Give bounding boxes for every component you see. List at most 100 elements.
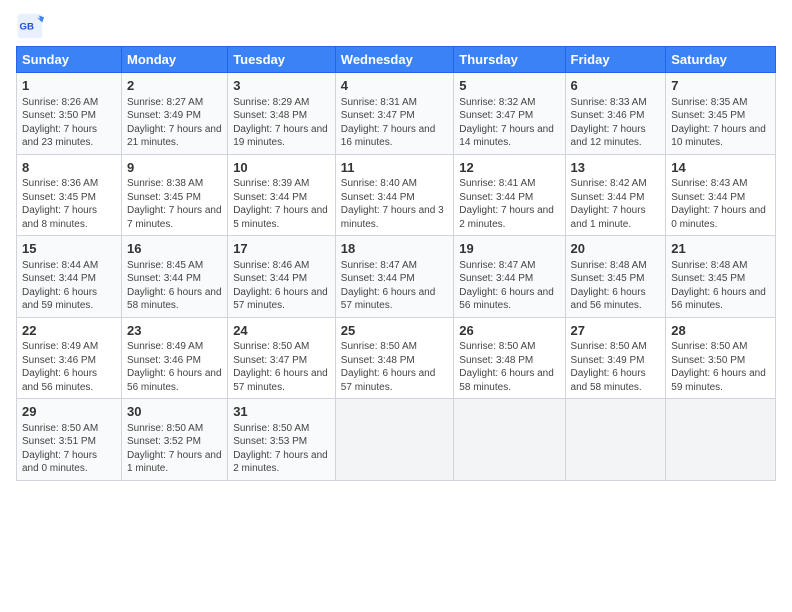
day-info: Sunrise: 8:49 AMSunset: 3:46 PMDaylight:… (22, 341, 98, 393)
day-cell: 11Sunrise: 8:40 AMSunset: 3:44 PMDayligh… (335, 154, 454, 236)
day-number: 11 (341, 159, 449, 177)
day-cell: 27Sunrise: 8:50 AMSunset: 3:49 PMDayligh… (565, 317, 666, 399)
day-cell: 2 Sunrise: 8:27 AMSunset: 3:49 PMDaylight… (122, 73, 228, 155)
day-info: Sunrise: 8:35 AMSunset: 3:45 PMDaylight:… (671, 97, 766, 149)
day-number: 16 (127, 240, 222, 258)
day-cell: 10Sunrise: 8:39 AMSunset: 3:44 PMDayligh… (228, 154, 336, 236)
day-number: 5 (459, 77, 559, 95)
week-row-3: 15 Sunrise: 8:44 AMSunset: 3:44 PMDayligh… (17, 236, 776, 318)
day-cell (454, 399, 565, 481)
day-cell: 18 Sunrise: 8:47 AMSunset: 3:44 PMDayligh… (335, 236, 454, 318)
day-info: Sunrise: 8:26 AMSunset: 3:50 PMDaylight:… (22, 97, 98, 149)
day-info: Sunrise: 8:27 AMSunset: 3:49 PMDaylight:… (127, 97, 222, 149)
day-cell: 6Sunrise: 8:33 AMSunset: 3:46 PMDaylight… (565, 73, 666, 155)
day-info: Sunrise: 8:42 AMSunset: 3:44 PMDaylight:… (571, 178, 647, 230)
day-number: 6 (571, 77, 661, 95)
page-container: GB SundayMondayTuesdayWednesdayThursdayF… (0, 0, 792, 493)
header: GB (16, 12, 776, 40)
day-number: 4 (341, 77, 449, 95)
day-info: Sunrise: 8:46 AMSunset: 3:44 PMDaylight:… (233, 260, 328, 312)
day-cell: 30 Sunrise: 8:50 AMSunset: 3:52 PMDayligh… (122, 399, 228, 481)
day-info: Sunrise: 8:45 AMSunset: 3:44 PMDaylight:… (127, 260, 222, 312)
day-number: 9 (127, 159, 222, 177)
day-info: Sunrise: 8:48 AMSunset: 3:45 PMDaylight:… (671, 260, 766, 312)
day-number: 25 (341, 322, 449, 340)
header-cell-tuesday: Tuesday (228, 47, 336, 73)
day-number: 17 (233, 240, 330, 258)
day-number: 20 (571, 240, 661, 258)
day-cell: 29 Sunrise: 8:50 AMSunset: 3:51 PMDayligh… (17, 399, 122, 481)
logo: GB (16, 12, 48, 40)
header-cell-sunday: Sunday (17, 47, 122, 73)
header-row: SundayMondayTuesdayWednesdayThursdayFrid… (17, 47, 776, 73)
svg-text:GB: GB (20, 22, 34, 33)
week-row-1: 1 Sunrise: 8:26 AMSunset: 3:50 PMDaylight… (17, 73, 776, 155)
logo-icon: GB (16, 12, 44, 40)
day-number: 14 (671, 159, 770, 177)
day-info: Sunrise: 8:50 AMSunset: 3:50 PMDaylight:… (671, 341, 766, 393)
day-cell: 14Sunrise: 8:43 AMSunset: 3:44 PMDayligh… (666, 154, 776, 236)
day-info: Sunrise: 8:48 AMSunset: 3:45 PMDaylight:… (571, 260, 647, 312)
day-number: 8 (22, 159, 116, 177)
day-number: 31 (233, 403, 330, 421)
day-number: 28 (671, 322, 770, 340)
day-info: Sunrise: 8:50 AMSunset: 3:48 PMDaylight:… (459, 341, 554, 393)
header-cell-friday: Friday (565, 47, 666, 73)
day-info: Sunrise: 8:50 AMSunset: 3:49 PMDaylight:… (571, 341, 647, 393)
day-number: 18 (341, 240, 449, 258)
day-info: Sunrise: 8:32 AMSunset: 3:47 PMDaylight:… (459, 97, 554, 149)
day-info: Sunrise: 8:50 AMSunset: 3:47 PMDaylight:… (233, 341, 328, 393)
day-cell: 19 Sunrise: 8:47 AMSunset: 3:44 PMDayligh… (454, 236, 565, 318)
day-info: Sunrise: 8:29 AMSunset: 3:48 PMDaylight:… (233, 97, 328, 149)
day-number: 7 (671, 77, 770, 95)
day-cell (666, 399, 776, 481)
header-cell-monday: Monday (122, 47, 228, 73)
day-cell: 8Sunrise: 8:36 AMSunset: 3:45 PMDaylight… (17, 154, 122, 236)
day-cell (335, 399, 454, 481)
day-info: Sunrise: 8:47 AMSunset: 3:44 PMDaylight:… (459, 260, 554, 312)
day-cell: 13Sunrise: 8:42 AMSunset: 3:44 PMDayligh… (565, 154, 666, 236)
day-cell: 4 Sunrise: 8:31 AMSunset: 3:47 PMDaylight… (335, 73, 454, 155)
day-number: 30 (127, 403, 222, 421)
day-number: 3 (233, 77, 330, 95)
day-cell: 25Sunrise: 8:50 AMSunset: 3:48 PMDayligh… (335, 317, 454, 399)
day-number: 15 (22, 240, 116, 258)
day-info: Sunrise: 8:31 AMSunset: 3:47 PMDaylight:… (341, 97, 436, 149)
day-cell: 7 Sunrise: 8:35 AMSunset: 3:45 PMDaylight… (666, 73, 776, 155)
day-cell: 24Sunrise: 8:50 AMSunset: 3:47 PMDayligh… (228, 317, 336, 399)
day-info: Sunrise: 8:50 AMSunset: 3:51 PMDaylight:… (22, 423, 98, 475)
day-number: 10 (233, 159, 330, 177)
header-cell-wednesday: Wednesday (335, 47, 454, 73)
day-number: 2 (127, 77, 222, 95)
header-cell-saturday: Saturday (666, 47, 776, 73)
day-info: Sunrise: 8:38 AMSunset: 3:45 PMDaylight:… (127, 178, 222, 230)
week-row-4: 22Sunrise: 8:49 AMSunset: 3:46 PMDayligh… (17, 317, 776, 399)
day-info: Sunrise: 8:36 AMSunset: 3:45 PMDaylight:… (22, 178, 98, 230)
day-cell: 15 Sunrise: 8:44 AMSunset: 3:44 PMDayligh… (17, 236, 122, 318)
day-number: 29 (22, 403, 116, 421)
day-number: 23 (127, 322, 222, 340)
day-cell: 3 Sunrise: 8:29 AMSunset: 3:48 PMDaylight… (228, 73, 336, 155)
day-cell: 26Sunrise: 8:50 AMSunset: 3:48 PMDayligh… (454, 317, 565, 399)
day-cell: 31Sunrise: 8:50 AMSunset: 3:53 PMDayligh… (228, 399, 336, 481)
day-info: Sunrise: 8:44 AMSunset: 3:44 PMDaylight:… (22, 260, 98, 312)
day-number: 24 (233, 322, 330, 340)
day-cell: 12Sunrise: 8:41 AMSunset: 3:44 PMDayligh… (454, 154, 565, 236)
day-number: 27 (571, 322, 661, 340)
day-cell: 28Sunrise: 8:50 AMSunset: 3:50 PMDayligh… (666, 317, 776, 399)
day-cell: 21 Sunrise: 8:48 AMSunset: 3:45 PMDayligh… (666, 236, 776, 318)
day-info: Sunrise: 8:50 AMSunset: 3:52 PMDaylight:… (127, 423, 222, 475)
calendar-table: SundayMondayTuesdayWednesdayThursdayFrid… (16, 46, 776, 481)
day-number: 26 (459, 322, 559, 340)
day-number: 1 (22, 77, 116, 95)
day-number: 21 (671, 240, 770, 258)
week-row-2: 8Sunrise: 8:36 AMSunset: 3:45 PMDaylight… (17, 154, 776, 236)
day-number: 19 (459, 240, 559, 258)
day-number: 12 (459, 159, 559, 177)
day-cell: 1 Sunrise: 8:26 AMSunset: 3:50 PMDaylight… (17, 73, 122, 155)
day-cell: 20 Sunrise: 8:48 AMSunset: 3:45 PMDayligh… (565, 236, 666, 318)
day-cell: 9Sunrise: 8:38 AMSunset: 3:45 PMDaylight… (122, 154, 228, 236)
day-cell: 16 Sunrise: 8:45 AMSunset: 3:44 PMDayligh… (122, 236, 228, 318)
day-cell: 22Sunrise: 8:49 AMSunset: 3:46 PMDayligh… (17, 317, 122, 399)
day-info: Sunrise: 8:47 AMSunset: 3:44 PMDaylight:… (341, 260, 436, 312)
